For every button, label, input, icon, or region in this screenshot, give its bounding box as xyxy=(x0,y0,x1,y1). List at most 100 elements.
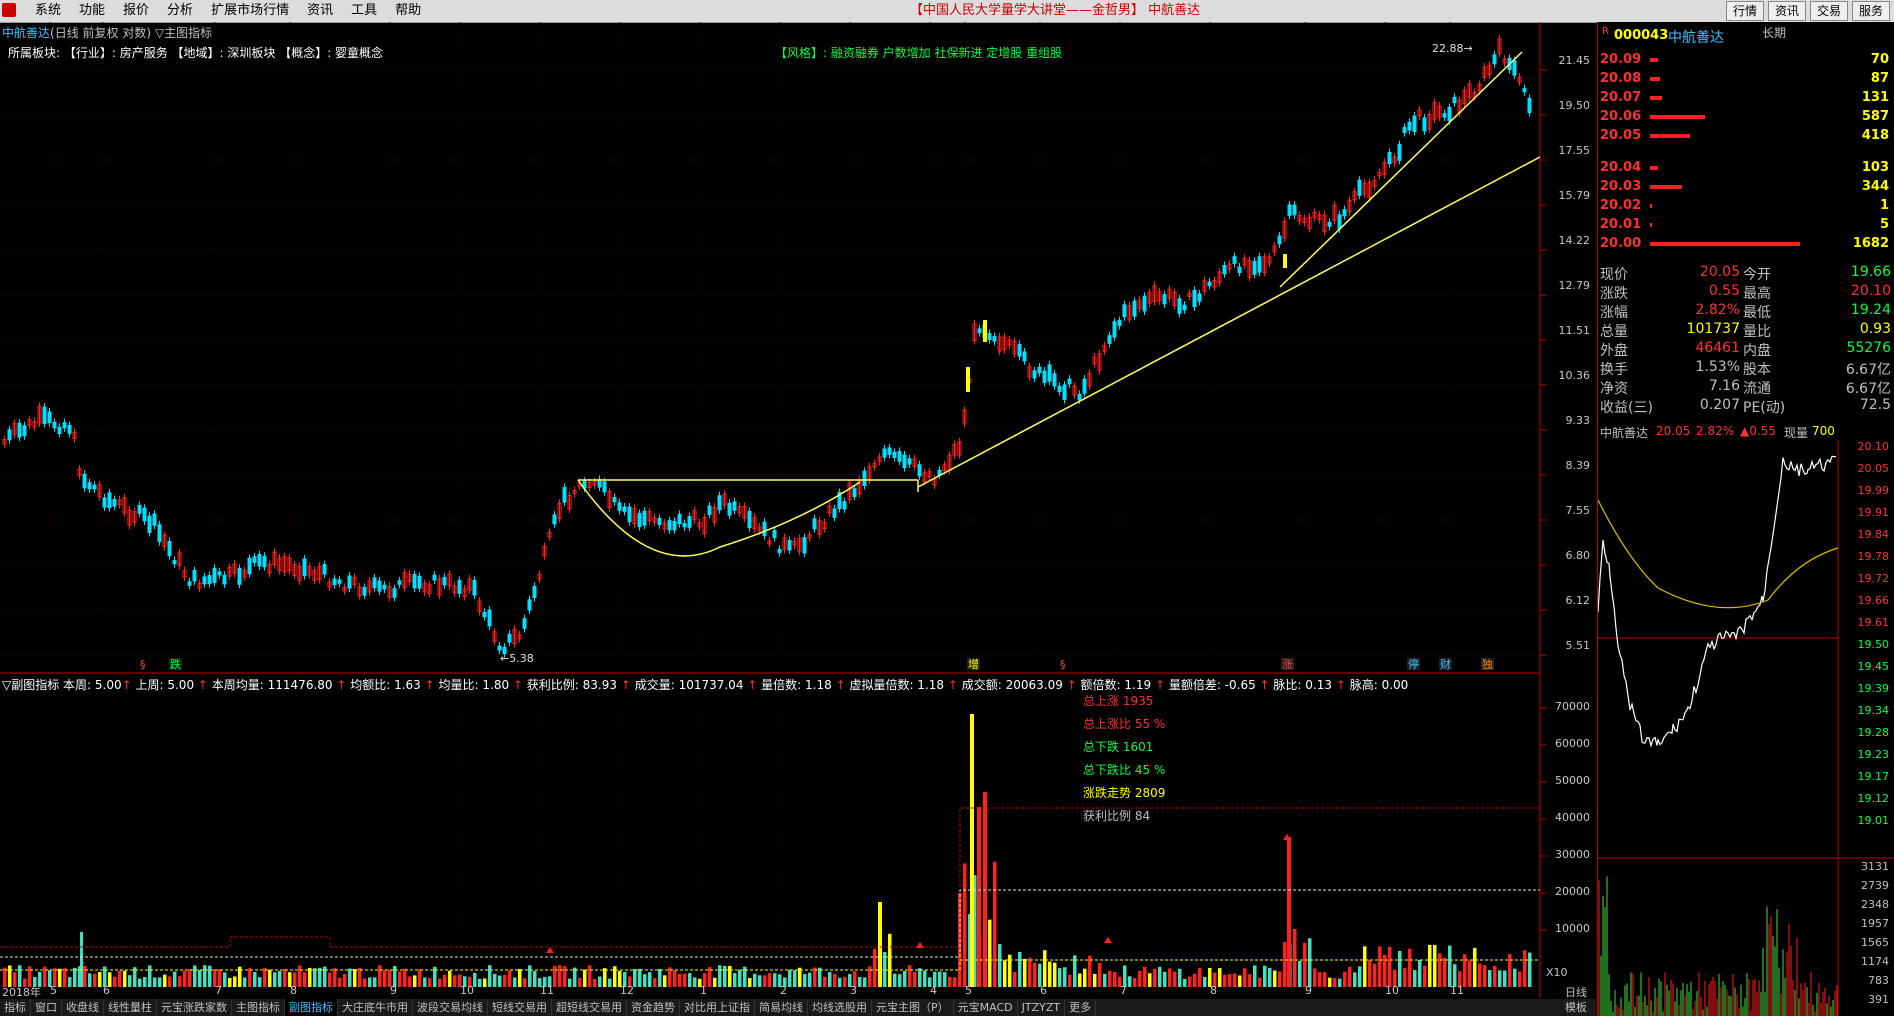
candle-body xyxy=(612,497,617,503)
candle-body xyxy=(22,425,27,437)
menu-item-4[interactable]: 扩展市场行情 xyxy=(202,0,298,22)
tab-7[interactable]: 大庄底牛市用 xyxy=(338,999,413,1016)
stat-line: 涨跌走势 2809 xyxy=(1083,786,1166,800)
tab-8[interactable]: 波段交易均线 xyxy=(413,999,488,1016)
period-label[interactable]: 日线 xyxy=(1556,984,1596,1000)
menu-item-1[interactable]: 功能 xyxy=(70,0,114,22)
price-tick: 7.55 xyxy=(1565,504,1591,517)
ind-value: 脉比: 0.13 xyxy=(1269,678,1336,692)
bid-bar xyxy=(1650,185,1682,189)
candle-body xyxy=(237,567,242,585)
candle-body xyxy=(1022,351,1027,362)
tab-10[interactable]: 超短线交易用 xyxy=(552,999,627,1016)
candle-body xyxy=(1017,343,1022,357)
menu-item-2[interactable]: 报价 xyxy=(114,0,158,22)
volume-bar xyxy=(998,944,1002,987)
price-tick: 19.50 xyxy=(1558,99,1591,112)
menu-item-6[interactable]: 工具 xyxy=(342,0,386,22)
event-badge: 跌 xyxy=(170,657,181,671)
mini-chart-header: 中航善达 20.05 2.82% ▲0.55 现量 700 xyxy=(1598,422,1894,440)
candle-body xyxy=(602,481,607,493)
menu-item-7[interactable]: 帮助 xyxy=(386,0,430,22)
candle-body xyxy=(147,515,152,534)
candle-body xyxy=(262,555,267,568)
tab-18[interactable]: 更多 xyxy=(1065,999,1097,1016)
volume-bar xyxy=(1388,946,1392,987)
tab-2[interactable]: 收盘线 xyxy=(62,999,104,1016)
top-button-0[interactable]: 行情 xyxy=(1725,1,1764,21)
ask-price: 20.09 xyxy=(1600,52,1642,67)
quote-row: 净资 7.16 流通 6.67亿 xyxy=(1598,378,1894,397)
ask-volume: 87 xyxy=(1870,71,1889,86)
ask-price: 20.05 xyxy=(1600,128,1642,143)
candle-body xyxy=(62,422,67,429)
mini-price-tick: 19.39 xyxy=(1857,682,1890,695)
volume-tick: 20000 xyxy=(1555,885,1590,898)
candle-body xyxy=(152,513,157,526)
candle-body xyxy=(552,514,557,525)
arrow-icon: ↑ xyxy=(1154,678,1165,692)
tab-9[interactable]: 短线交易用 xyxy=(488,999,552,1016)
candle-body xyxy=(187,581,192,586)
menu-item-3[interactable]: 分析 xyxy=(158,0,202,22)
candle-body xyxy=(107,492,112,509)
candle-body xyxy=(862,470,867,487)
quote-label2: 最低 xyxy=(1743,305,1771,321)
candle-body xyxy=(7,429,12,441)
stat-line: 总下跌 1601 xyxy=(1083,740,1154,754)
candle-body xyxy=(57,426,62,435)
candle-body xyxy=(1232,256,1237,264)
top-button-2[interactable]: 交易 xyxy=(1809,1,1848,21)
top-button-3[interactable]: 服务 xyxy=(1851,1,1890,21)
menu-item-0[interactable]: 系统 xyxy=(26,0,70,22)
tab-16[interactable]: 元宝MACD xyxy=(954,999,1018,1016)
bid-price: 20.02 xyxy=(1600,198,1642,213)
template-tab[interactable]: 模板 xyxy=(1556,999,1596,1016)
candle-body xyxy=(1257,256,1262,273)
price-tick: 6.80 xyxy=(1565,549,1591,562)
tab-6[interactable]: 副图指标 xyxy=(285,999,338,1016)
candle-body xyxy=(1327,221,1332,227)
menu-item-5[interactable]: 资讯 xyxy=(298,0,342,22)
candle-body xyxy=(1192,289,1197,308)
tab-1[interactable]: 窗口 xyxy=(31,999,62,1016)
candle-body xyxy=(322,564,327,575)
ind-value: 均额比: 1.63 xyxy=(346,678,425,692)
tab-3[interactable]: 线性量柱 xyxy=(104,999,157,1016)
quote-value2: 20.10 xyxy=(1850,283,1891,299)
candle-body xyxy=(747,510,752,529)
kline-chart[interactable]: 22.88→ ←5.38 跌 增 涨 停 财 独 § § xyxy=(0,22,1596,998)
quote-value2: 19.66 xyxy=(1850,264,1891,280)
tab-0[interactable]: 指标 xyxy=(0,999,31,1016)
ind-value: 成交量: 101737.04 xyxy=(630,678,748,692)
candle-body xyxy=(1177,298,1182,314)
mini-title: 中航善达 xyxy=(1600,426,1649,440)
quote-value: 7.16 xyxy=(1708,378,1740,394)
tab-4[interactable]: 元宝涨跌家数 xyxy=(157,999,232,1016)
price-tick: 6.12 xyxy=(1565,594,1591,607)
date-label: 11 xyxy=(1450,984,1464,997)
bid-price: 20.01 xyxy=(1600,217,1642,232)
tab-15[interactable]: 元宝主图（P） xyxy=(872,999,954,1016)
ask-row: 20.05 418 xyxy=(1598,128,1894,147)
sub-indicator-label[interactable]: ▽副图指标 本周: 5.00 xyxy=(2,678,122,692)
tab-11[interactable]: 资金趋势 xyxy=(627,999,680,1016)
mini-vol-tick: 1174 xyxy=(1861,955,1889,968)
candle-body xyxy=(337,579,342,584)
top-button-1[interactable]: 资讯 xyxy=(1767,1,1806,21)
tab-17[interactable]: JTZYZT xyxy=(1018,999,1066,1016)
ask-volume: 418 xyxy=(1861,128,1889,143)
candle-body xyxy=(657,517,662,526)
candle-body xyxy=(522,618,527,629)
quote-label2: 最高 xyxy=(1743,286,1771,302)
mini-price-tick: 19.28 xyxy=(1857,726,1890,739)
bid-volume: 103 xyxy=(1861,160,1889,175)
tab-12[interactable]: 对比用上证指 xyxy=(680,999,755,1016)
tab-5[interactable]: 主图指标 xyxy=(232,999,285,1016)
quote-value: 20.05 xyxy=(1699,264,1740,280)
candle-body xyxy=(432,574,437,581)
volume-bar xyxy=(1463,954,1467,987)
tab-14[interactable]: 均线选股用 xyxy=(808,999,872,1016)
candle-body xyxy=(1067,378,1072,385)
tab-13[interactable]: 简易均线 xyxy=(755,999,808,1016)
